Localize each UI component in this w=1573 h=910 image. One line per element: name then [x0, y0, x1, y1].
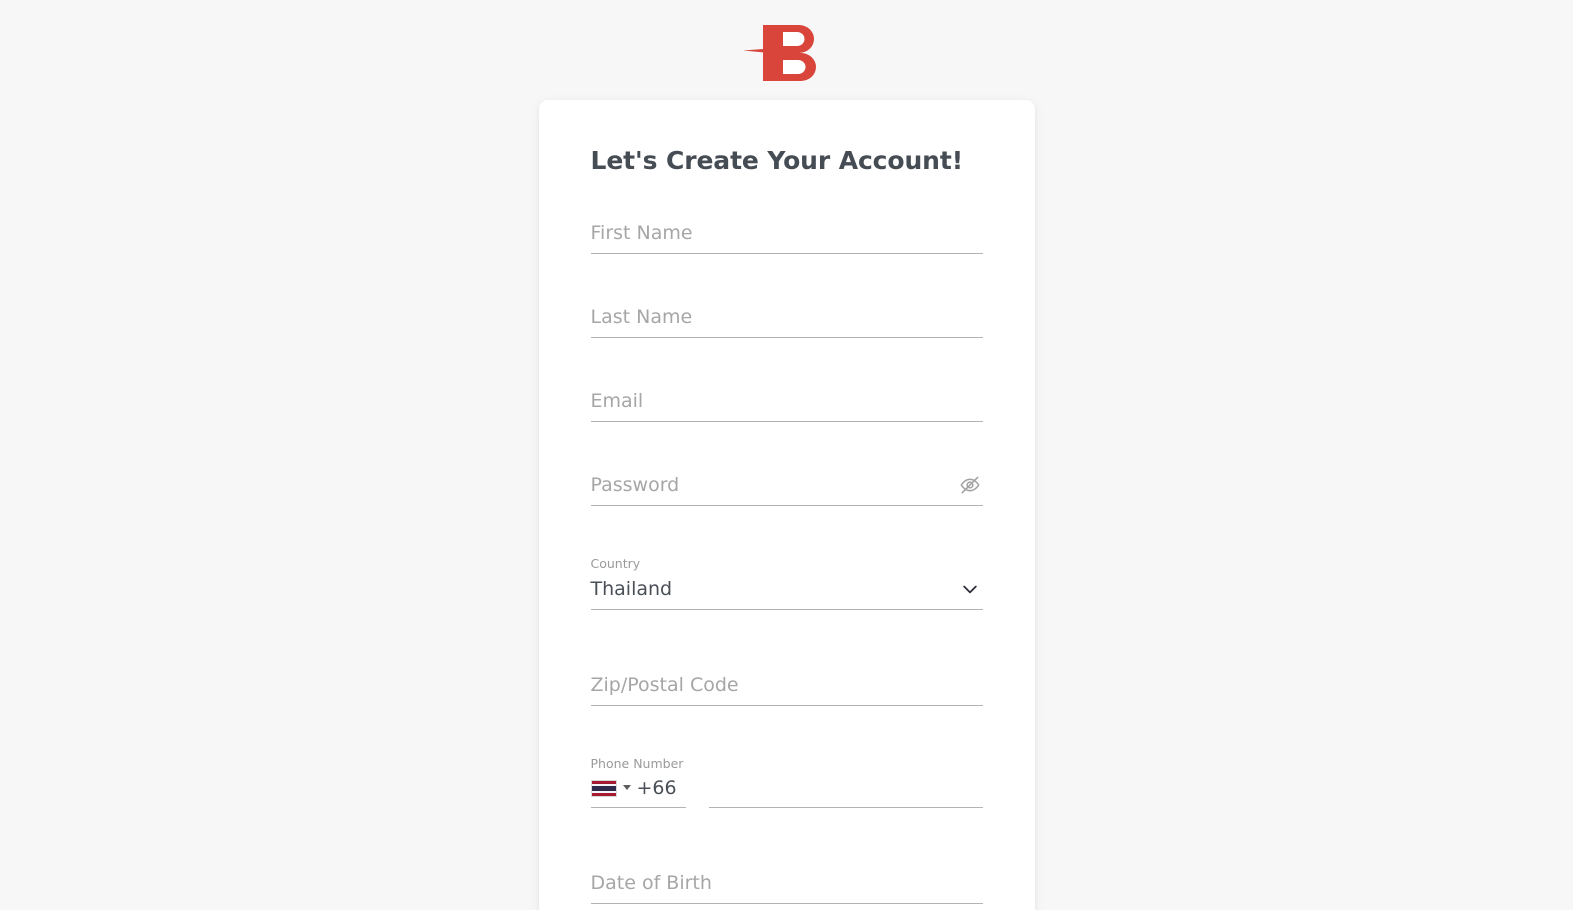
- eye-off-icon[interactable]: [957, 472, 983, 498]
- chevron-down-icon[interactable]: [957, 576, 983, 602]
- phone-number-field[interactable]: Phone Number +66: [590, 756, 983, 808]
- signup-card: Let's Create Your Account! First Name La…: [538, 100, 1035, 910]
- signup-card-container: Let's Create Your Account! First Name La…: [0, 100, 1573, 910]
- brand-logo-area: [0, 0, 1573, 100]
- zip-postal-code-placeholder[interactable]: Zip/Postal Code: [591, 672, 983, 698]
- last-name-field[interactable]: Last Name: [590, 304, 983, 338]
- first-name-field[interactable]: First Name: [590, 220, 983, 254]
- phone-number-input[interactable]: [708, 782, 983, 808]
- date-of-birth-placeholder[interactable]: Date of Birth: [591, 870, 983, 896]
- country-label: Country: [590, 556, 641, 571]
- dial-code-value: +66: [636, 777, 677, 799]
- country-select[interactable]: Country Thailand: [590, 556, 983, 610]
- caret-down-icon[interactable]: [622, 785, 631, 790]
- country-code-selector[interactable]: +66: [590, 776, 686, 808]
- password-placeholder[interactable]: Password: [591, 472, 949, 498]
- date-of-birth-field[interactable]: Date of Birth: [590, 870, 983, 904]
- letter-b-logo: [739, 17, 835, 89]
- zip-postal-code-field[interactable]: Zip/Postal Code: [590, 672, 983, 706]
- page-title: Let's Create Your Account!: [590, 146, 964, 175]
- thailand-flag-icon: [590, 779, 617, 797]
- phone-number-label: Phone Number: [590, 756, 684, 771]
- email-placeholder[interactable]: Email: [591, 388, 983, 414]
- email-field[interactable]: Email: [590, 388, 983, 422]
- password-field[interactable]: Password: [590, 472, 983, 506]
- last-name-placeholder[interactable]: Last Name: [591, 304, 983, 330]
- country-value[interactable]: Thailand: [591, 576, 949, 602]
- first-name-placeholder[interactable]: First Name: [591, 220, 983, 246]
